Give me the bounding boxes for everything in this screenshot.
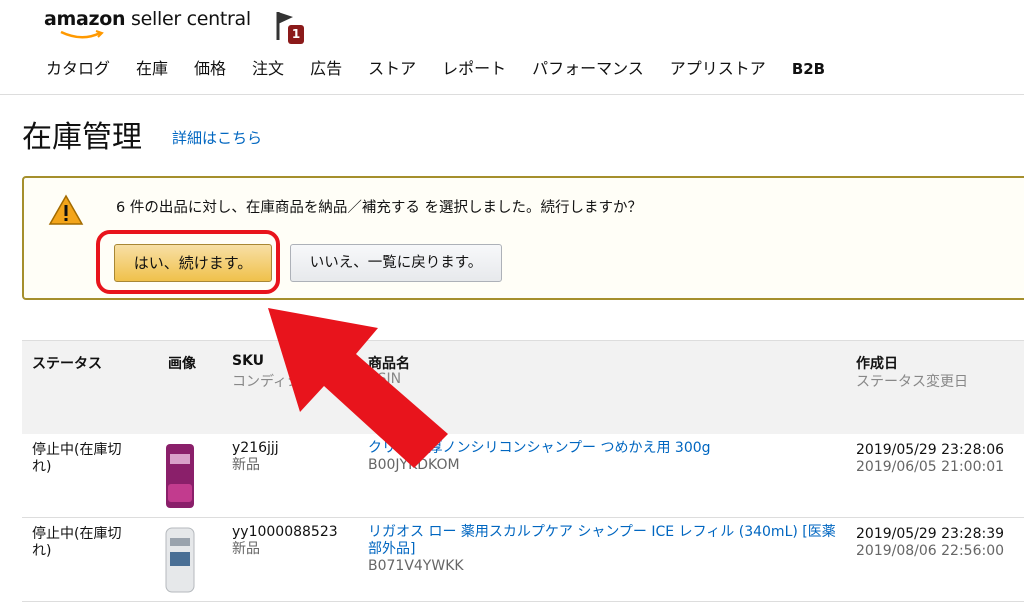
nav-advertising[interactable]: 広告 [310, 58, 342, 80]
header-created[interactable]: 作成日 [856, 353, 898, 373]
nav-stores[interactable]: ストア [368, 58, 416, 80]
main-nav: カタログ 在庫 価格 注文 広告 ストア レポート パフォーマンス アプリストア… [46, 58, 851, 80]
row-changed: 2019/06/05 21:00:01 [856, 459, 1005, 475]
row-created: 2019/05/29 23:28:06 [856, 442, 1005, 458]
row-asin: B071V4YWKK [368, 558, 464, 574]
row-status: 停止中(在庫切れ) [32, 526, 122, 559]
nav-reports[interactable]: レポート [442, 58, 506, 80]
header-image: 画像 [168, 356, 196, 372]
row-condition: 新品 [232, 541, 260, 557]
table-row: 停止中(在庫切れ) yy1000088523 新品 リガオス ロー 薬用スカルプ… [22, 518, 1024, 602]
nav-inventory[interactable]: 在庫 [136, 58, 168, 80]
header-status-changed[interactable]: ステータス変更日 [856, 371, 968, 391]
table-row: 停止中(在庫切れ) y216jjj 新品 クリア 濃厚ノンシリコンシャンプー つ… [22, 434, 1024, 518]
row-condition: 新品 [232, 457, 260, 473]
table-header: ステータス 画像 SKU コンディション 商品名 ASIN 作成日 ステータス変… [22, 341, 1024, 434]
page-title: 在庫管理 [22, 120, 142, 155]
nav-pricing[interactable]: 価格 [194, 58, 226, 80]
row-status: 停止中(在庫切れ) [32, 442, 122, 475]
annotation-arrow-icon [268, 308, 448, 468]
back-to-list-button[interactable]: いいえ、一覧に戻ります。 [290, 244, 502, 282]
warning-icon [48, 194, 84, 225]
nav-performance[interactable]: パフォーマンス [532, 58, 644, 80]
alert-message: 6 件の出品に対し、在庫商品を納品／補充する を選択しました。続行しますか？ [116, 200, 642, 216]
confirmation-alert: 6 件の出品に対し、在庫商品を納品／補充する を選択しました。続行しますか？ は… [22, 176, 1024, 300]
nav-orders[interactable]: 注文 [252, 58, 284, 80]
logo-brand: amazon [44, 8, 126, 30]
top-header: amazon seller central 1 カタログ 在庫 価格 注文 広告… [0, 0, 1024, 95]
product-image[interactable] [162, 524, 198, 594]
annotation-highlight-circle [96, 230, 280, 294]
row-changed: 2019/08/06 22:56:00 [856, 543, 1005, 559]
product-image[interactable] [162, 440, 198, 510]
notification-flag[interactable]: 1 [275, 10, 305, 50]
nav-appstore[interactable]: アプリストア [670, 58, 766, 80]
logo-suffix: seller central [125, 8, 251, 30]
row-created: 2019/05/29 23:28:39 [856, 526, 1005, 542]
notification-badge: 1 [288, 25, 304, 44]
row-product-name[interactable]: リガオス ロー 薬用スカルプケア シャンプー ICE レフィル (340mL) … [368, 524, 838, 558]
details-link[interactable]: 詳細はこちら [172, 127, 262, 148]
nav-catalog[interactable]: カタログ [46, 58, 110, 80]
inventory-table: ステータス 画像 SKU コンディション 商品名 ASIN 作成日 ステータス変… [22, 340, 1024, 602]
logo-smile-icon [60, 30, 104, 39]
row-sku: yy1000088523 [232, 524, 338, 540]
seller-central-logo[interactable]: amazon seller central [44, 8, 254, 42]
nav-b2b[interactable]: B2B [792, 58, 825, 80]
header-status[interactable]: ステータス [32, 353, 102, 373]
